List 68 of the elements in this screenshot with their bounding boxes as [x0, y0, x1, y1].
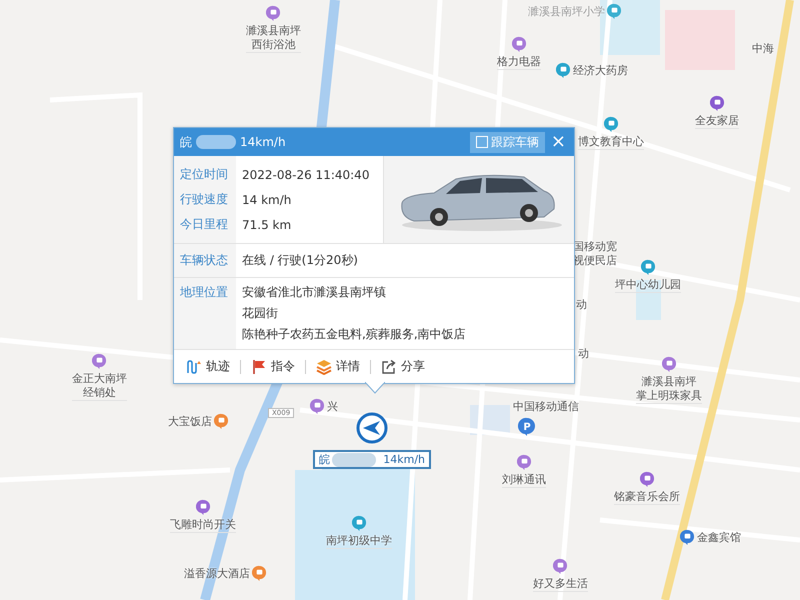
place-label: 全友家居 [695, 114, 739, 128]
address-line: 陈艳种子农药五金电料,殡葬服务,南中饭店 [241, 326, 466, 343]
place-label: 兴 [327, 400, 338, 414]
place-label: 中海 [752, 42, 774, 56]
details-action-button[interactable]: 详情 [312, 356, 364, 377]
place-label: 坪中心幼儿园 [615, 278, 681, 292]
share-action-button[interactable]: 分享 [377, 356, 429, 377]
place-label: 格力电器 [497, 55, 541, 69]
map-pin-icon[interactable] [310, 398, 325, 415]
place-label: 铭豪音乐会所 [614, 490, 680, 504]
place-label: 濉溪县南坪 掌上明珠家具 [636, 375, 702, 403]
place-label: 金鑫宾馆 [697, 530, 741, 544]
field-label: 定位时间 [179, 166, 229, 183]
map-pin-icon[interactable] [266, 5, 281, 22]
map-pin-icon[interactable] [556, 62, 571, 79]
field-label: 地理位置 [179, 284, 229, 301]
field-label: 今日里程 [179, 216, 229, 233]
plate-prefix: 皖 [180, 134, 192, 150]
map-pin-icon[interactable] [640, 259, 656, 276]
track-action-button[interactable]: 轨迹 [182, 356, 234, 377]
map-pin-icon[interactable] [553, 558, 568, 575]
share-icon [381, 358, 397, 374]
field-label: 行驶速度 [179, 191, 229, 208]
place-label: 动 [576, 298, 587, 312]
flag-icon [251, 358, 267, 374]
place-label: 大宝饭店 [168, 414, 212, 428]
place-label: 南坪初级中学 [326, 534, 392, 548]
place-label: 濉溪县南坪小学 [528, 4, 605, 18]
field-value: 14 km/h [241, 192, 292, 206]
map-pin-icon[interactable] [604, 116, 618, 133]
field-label: 车辆状态 [179, 252, 229, 269]
place-label: 动 [578, 347, 589, 361]
parking-icon[interactable]: P [518, 417, 536, 437]
place-label: 濉溪县南坪 西街浴池 [246, 24, 301, 52]
map-pin-icon[interactable] [710, 95, 724, 112]
place-label: 经济大药房 [573, 64, 628, 78]
map-pin-icon[interactable] [680, 529, 695, 546]
map-pin-icon[interactable] [516, 454, 532, 471]
field-value: 2022-08-26 11:40:40 [241, 168, 370, 182]
map-pin-icon[interactable] [640, 471, 654, 488]
map-pin-icon[interactable] [352, 515, 366, 532]
redaction-blur [332, 452, 376, 466]
place-label: 中国移动通信 [513, 400, 579, 414]
route-icon [186, 358, 202, 374]
checkbox-icon[interactable] [476, 136, 488, 148]
layers-icon [316, 358, 332, 374]
map-pin-icon[interactable] [196, 499, 210, 516]
place-label: 刘琳通讯 [502, 473, 546, 487]
address-line: 花园街 [241, 305, 279, 322]
field-value: 在线 / 行驶(1分20秒) [241, 252, 358, 269]
map-pin-icon[interactable] [607, 3, 622, 20]
place-label: 博文教育中心 [578, 135, 644, 149]
speed-text: 14km/h [240, 135, 286, 149]
place-label: 溢香源大酒店 [184, 566, 250, 580]
map-pin-icon[interactable] [662, 356, 676, 373]
plate-prefix: 皖 [319, 452, 330, 467]
command-action-button[interactable]: 指令 [247, 356, 299, 377]
map-pin-icon[interactable] [252, 565, 267, 582]
speed-text: 14km/h [383, 453, 425, 466]
address-line: 安徽省淮北市濉溪县南坪镇 [241, 284, 387, 301]
map-pin-icon[interactable] [92, 353, 107, 370]
field-value: 71.5 km [241, 218, 292, 232]
place-label: 好又多生活 [533, 577, 588, 591]
map-pin-icon[interactable] [512, 36, 526, 53]
place-label: 金正大南坪 经销处 [72, 372, 127, 400]
redaction-blur [196, 135, 236, 149]
place-label: 飞雕时尚开关 [170, 518, 236, 532]
map-pin-icon[interactable] [214, 413, 229, 430]
